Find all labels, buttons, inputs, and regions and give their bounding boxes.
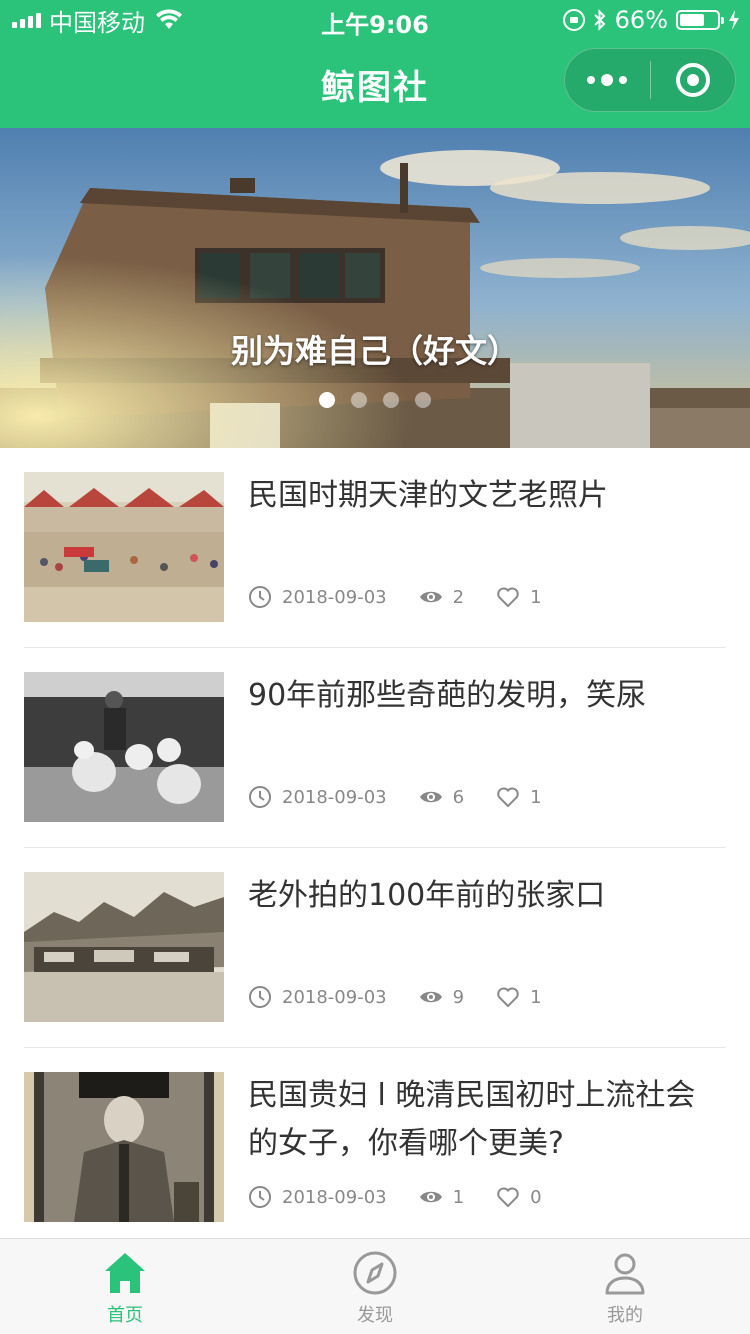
mini-program-capsule <box>564 48 736 112</box>
article-meta: 2018-09-03 1 0 <box>248 1182 542 1212</box>
article-date: 2018-09-03 <box>282 786 387 808</box>
article-title: 90年前那些奇葩的发明，笑尿 <box>248 678 647 713</box>
article-thumbnail <box>24 1072 224 1222</box>
banner-carousel[interactable]: 别为难自己（好文） <box>0 128 750 448</box>
compass-icon <box>353 1251 397 1295</box>
article-views: 6 <box>452 786 465 808</box>
carousel-dot[interactable] <box>383 392 399 408</box>
article-meta: 2018-09-03 9 1 <box>248 982 542 1012</box>
status-right: 66% <box>562 6 740 34</box>
bluetooth-icon <box>593 9 606 31</box>
heart-icon <box>497 1187 519 1208</box>
article-views: 1 <box>452 1186 465 1208</box>
clock-icon <box>249 986 271 1008</box>
heart-icon <box>497 587 519 608</box>
article-thumbnail <box>24 872 224 1022</box>
clock-icon <box>249 1186 271 1208</box>
article-likes: 1 <box>530 986 542 1008</box>
carousel-dot[interactable] <box>415 392 431 408</box>
battery-icon <box>676 10 724 30</box>
status-bar: 中国移动 上午9:06 66% <box>0 0 750 40</box>
article-list: 民国时期天津的文艺老照片 2018-09-03 2 1 90年前那些奇葩的发明，… <box>24 448 726 1248</box>
article-likes: 1 <box>530 786 542 808</box>
eye-icon <box>419 1191 442 1203</box>
tab-label: 发现 <box>357 1305 393 1326</box>
article-meta: 2018-09-03 2 1 <box>248 582 542 612</box>
tab-home[interactable]: 首页 <box>0 1239 250 1334</box>
tab-bar: 首页 发现 我的 <box>0 1238 750 1334</box>
battery-percent: 66% <box>614 6 668 34</box>
eye-icon <box>419 591 442 603</box>
close-mini-program-button[interactable] <box>651 48 736 112</box>
article-likes: 0 <box>530 1186 542 1208</box>
article-date: 2018-09-03 <box>282 986 387 1008</box>
battery-fill <box>680 14 704 26</box>
article-title: 民国时期天津的文艺老照片 <box>248 478 608 513</box>
carousel-dots <box>0 392 750 408</box>
article-title: 老外拍的100年前的张家口 <box>248 878 606 913</box>
charging-icon <box>729 10 739 30</box>
article-item[interactable]: 民国时期天津的文艺老照片 2018-09-03 2 1 <box>24 448 726 648</box>
carousel-dot[interactable] <box>351 392 367 408</box>
clock-icon <box>249 786 271 808</box>
article-item[interactable]: 民国贵妇 l 晚清民国初时上流社会的女子，你看哪个更美? 2018-09-03 … <box>24 1048 726 1248</box>
heart-icon <box>497 987 519 1008</box>
article-item[interactable]: 老外拍的100年前的张家口 2018-09-03 9 1 <box>24 848 726 1048</box>
article-thumbnail <box>24 472 224 622</box>
nav-bar: 鲸图社 <box>0 40 750 128</box>
home-icon <box>105 1253 145 1293</box>
article-views: 2 <box>452 586 465 608</box>
tab-me[interactable]: 我的 <box>500 1239 750 1334</box>
tab-discover[interactable]: 发现 <box>250 1239 500 1334</box>
banner-caption: 别为难自己（好文） <box>230 332 519 370</box>
app-root: 中国移动 上午9:06 66% 鲸图社 别为难自己（好文） 民国时期天津的文艺老… <box>0 0 750 1334</box>
tab-label: 我的 <box>607 1305 643 1326</box>
article-views: 9 <box>452 986 465 1008</box>
clock-icon <box>249 586 271 608</box>
heart-icon <box>497 787 519 808</box>
article-title: 民国贵妇 l 晚清民国初时上流社会的女子，你看哪个更美? <box>248 1078 696 1161</box>
article-meta: 2018-09-03 6 1 <box>248 782 542 812</box>
rotation-lock-icon <box>562 9 585 31</box>
article-date: 2018-09-03 <box>282 1186 387 1208</box>
target-icon <box>675 63 710 97</box>
carousel-dot[interactable] <box>319 392 335 408</box>
tab-label: 首页 <box>107 1305 143 1326</box>
article-date: 2018-09-03 <box>282 586 387 608</box>
more-menu-button[interactable] <box>565 48 650 112</box>
article-thumbnail <box>24 672 224 822</box>
eye-icon <box>419 791 442 803</box>
article-item[interactable]: 90年前那些奇葩的发明，笑尿 2018-09-03 6 1 <box>24 648 726 848</box>
article-likes: 1 <box>530 586 542 608</box>
eye-icon <box>419 991 442 1003</box>
user-icon <box>605 1253 645 1295</box>
